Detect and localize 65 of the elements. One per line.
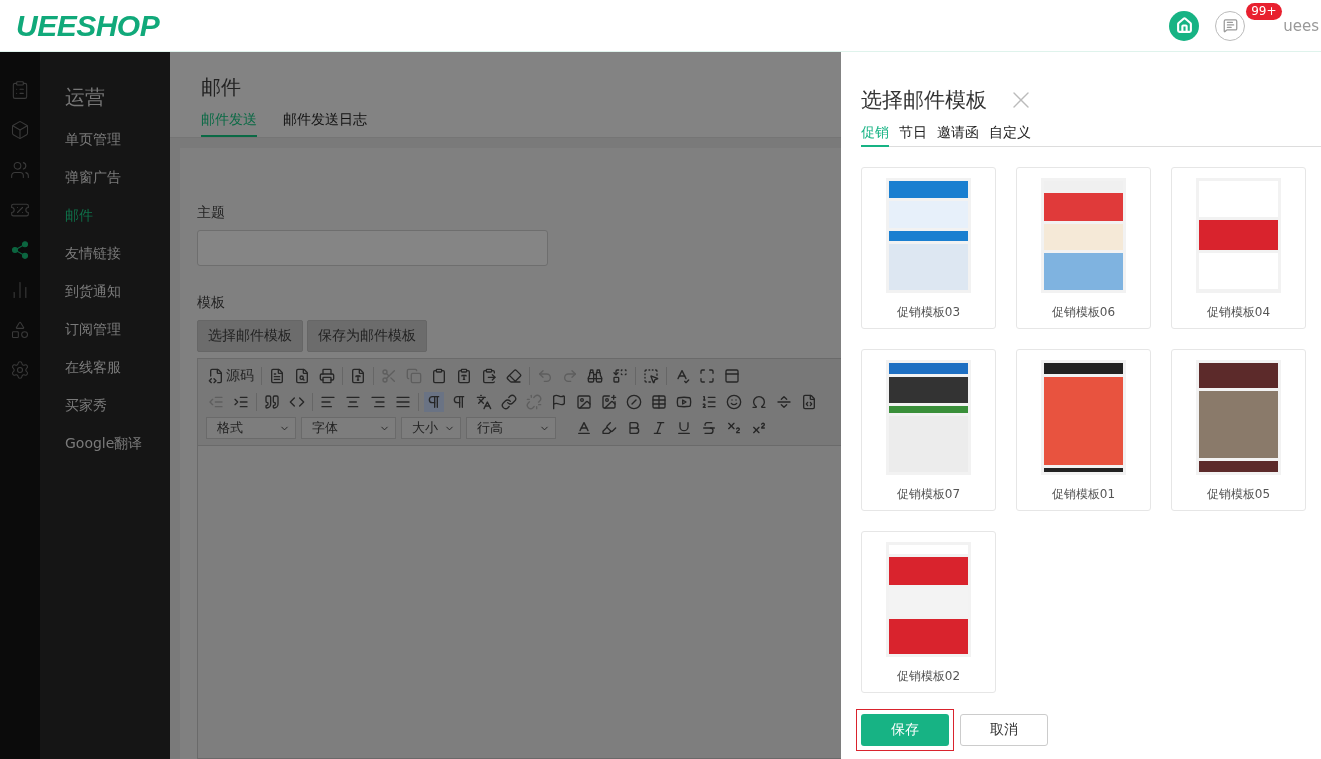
template-card[interactable]: 促销模板07 (861, 349, 996, 511)
print-icon[interactable] (317, 366, 337, 386)
template-name: 促销模板02 (896, 668, 961, 685)
sidebar-item[interactable]: 订阅管理 (65, 319, 170, 357)
template-card[interactable]: 促销模板05 (1171, 349, 1306, 511)
source-code-icon (208, 368, 224, 384)
template-card[interactable]: 促销模板01 (1016, 349, 1151, 511)
tab[interactable]: 邮件发送日志 (283, 111, 367, 137)
eraser-icon[interactable] (504, 366, 524, 386)
sidebar-item[interactable]: 买家秀 (65, 395, 170, 433)
template-card[interactable]: 促销模板04 (1171, 167, 1306, 329)
maximize-icon[interactable] (697, 366, 717, 386)
template-card[interactable]: 促销模板03 (861, 167, 996, 329)
image-upload-icon[interactable] (599, 392, 619, 412)
clipboard-icon[interactable] (10, 80, 30, 100)
field-label: 模板 (197, 294, 226, 312)
cancel-button[interactable]: 取消 (960, 714, 1048, 746)
drawer-title: 选择邮件模板 (861, 87, 987, 114)
language-icon[interactable] (474, 392, 494, 412)
username[interactable]: uees (1283, 16, 1319, 35)
tab[interactable]: 邀请函 (937, 124, 979, 147)
editor-select[interactable]: 字体 (301, 417, 396, 439)
template-name: 促销模板06 (1051, 304, 1116, 321)
sidebar-item[interactable]: 友情链接 (65, 243, 170, 281)
sidebar-item[interactable]: 弹窗广告 (65, 167, 170, 205)
image-icon[interactable] (574, 392, 594, 412)
template-name: 促销模板05 (1206, 486, 1271, 503)
sidebar-item[interactable]: Google翻译 (65, 433, 170, 471)
template-name: 促销模板07 (896, 486, 961, 503)
template-name: 促销模板01 (1051, 486, 1116, 503)
table-icon[interactable] (649, 392, 669, 412)
source-button[interactable]: 源码 (206, 365, 256, 387)
tab[interactable]: 节日 (899, 124, 927, 147)
link-icon[interactable] (499, 392, 519, 412)
editor-select[interactable]: 格式 (206, 417, 296, 439)
logo: UEESHOP (16, 8, 160, 43)
sidebar-item[interactable]: 在线客服 (65, 357, 170, 395)
home-icon[interactable] (1169, 10, 1200, 41)
sidebar-item[interactable]: 邮件 (65, 205, 170, 243)
editor-area[interactable]: 源码 格式 字体 大小 行高 (197, 358, 841, 759)
template-button[interactable]: 保存为邮件模板 (307, 320, 427, 352)
network-icon[interactable] (10, 240, 30, 260)
show-blocks-icon[interactable] (722, 366, 742, 386)
select-all-icon[interactable] (641, 366, 661, 386)
save-button[interactable]: 保存 (861, 714, 949, 746)
ltr-icon[interactable] (424, 392, 444, 412)
sidebar-item[interactable]: 单页管理 (65, 129, 170, 167)
notification-badge: 99+ (1246, 2, 1282, 20)
template-card[interactable]: 促销模板06 (1016, 167, 1151, 329)
field-label: 主题 (197, 204, 226, 222)
sidebar-title: 运营 (65, 84, 106, 111)
template-card[interactable]: 促销模板02 (861, 531, 996, 693)
smiley-icon[interactable] (724, 392, 744, 412)
tab[interactable]: 自定义 (989, 124, 1031, 147)
replace-icon[interactable] (610, 366, 630, 386)
quote-icon[interactable] (262, 392, 282, 412)
page-title: 邮件 (201, 74, 242, 101)
template-button[interactable]: 选择邮件模板 (197, 320, 303, 352)
editor-select[interactable]: 大小 (401, 417, 461, 439)
find-icon[interactable] (585, 366, 605, 386)
template-name: 促销模板03 (896, 304, 961, 321)
tab[interactable]: 促销 (861, 124, 889, 147)
sidebar-item[interactable]: 到货通知 (65, 281, 170, 319)
editor-select[interactable]: 行高 (466, 417, 556, 439)
template-name: 促销模板04 (1206, 304, 1271, 321)
